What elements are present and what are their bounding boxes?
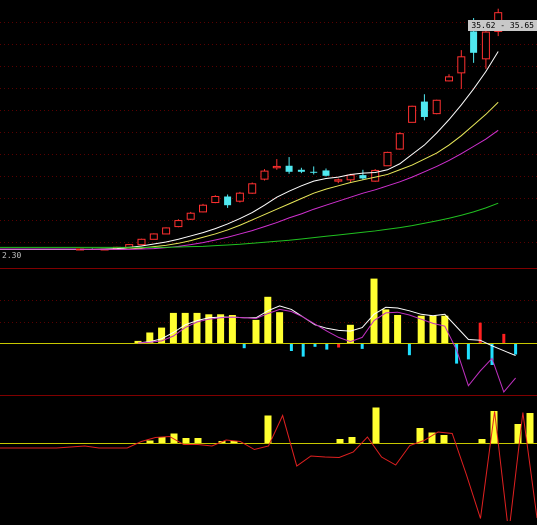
price-range-tag: 35.62 - 35.65 xyxy=(468,20,537,31)
candle-body-down xyxy=(297,169,305,172)
indicator-bar xyxy=(478,439,486,443)
price-low-label: 2.30 xyxy=(2,251,22,260)
ma-long-line xyxy=(80,129,499,250)
candle-body-up xyxy=(346,174,355,181)
indicator-bar xyxy=(276,312,284,343)
candle-body-up xyxy=(162,227,171,235)
indicator-bar xyxy=(466,344,470,360)
candle-body-up xyxy=(445,76,453,82)
indicator-bar xyxy=(146,440,154,443)
indicator-bar xyxy=(372,407,380,443)
indicator-bar xyxy=(514,344,518,355)
indicator-bar xyxy=(394,315,402,343)
candle-body-up xyxy=(383,151,392,167)
candle-body-up xyxy=(408,105,417,123)
candle-body-down xyxy=(322,170,330,176)
candle-body-up xyxy=(432,99,441,115)
candle-body-up xyxy=(248,183,257,194)
indicator-bar xyxy=(337,344,341,348)
candle-body-up xyxy=(199,204,207,213)
stock-chart-window[interactable]: 35.62 - 35.65 2.30 xyxy=(0,0,537,525)
candle-body-up xyxy=(334,179,343,182)
candle-body-up xyxy=(481,31,490,60)
indicator-bar xyxy=(360,344,364,349)
indicator-bar xyxy=(242,344,246,349)
candle-body-up xyxy=(260,170,269,180)
indicator-bar xyxy=(194,438,202,443)
indicator-bar xyxy=(193,312,201,343)
indicator-bar xyxy=(429,315,437,343)
candle-body-down xyxy=(224,196,232,206)
indicator-bar xyxy=(217,314,225,343)
candle-body-down xyxy=(310,171,318,173)
price-panel[interactable] xyxy=(0,8,503,251)
candle-body-up xyxy=(395,133,404,150)
indicator-bar xyxy=(301,344,305,357)
candle-body-down xyxy=(470,31,478,53)
ma-short-line xyxy=(80,51,499,250)
indicator-panel-2[interactable] xyxy=(0,407,537,525)
indicator-bar xyxy=(313,344,317,347)
candle-body-up xyxy=(174,220,183,228)
candle-body-down xyxy=(285,165,293,172)
indicator-bar xyxy=(264,415,272,443)
candle-body-up xyxy=(272,165,281,169)
indicator-bar xyxy=(170,433,178,443)
candle-body-down xyxy=(359,175,367,179)
candle-body-down xyxy=(420,101,428,117)
indicator-bar xyxy=(407,344,411,356)
indicator-bar xyxy=(264,296,272,343)
candle-body-up xyxy=(235,192,244,202)
indicator-bar xyxy=(441,315,449,343)
ma-mid-line xyxy=(80,101,499,250)
indicator-bar xyxy=(289,344,293,351)
indicator-bar xyxy=(325,344,329,350)
indicator-bar xyxy=(502,333,506,343)
indicator-bar xyxy=(228,315,236,343)
indicator-bar xyxy=(169,312,177,343)
indicator-bar xyxy=(348,437,356,443)
chart-canvas[interactable] xyxy=(0,0,537,525)
candle-body-up xyxy=(149,233,158,240)
indicator-bar xyxy=(370,278,378,343)
candle-body-up xyxy=(211,196,220,204)
candle-body-up xyxy=(186,212,195,220)
indicator-bar xyxy=(252,319,260,343)
indicator-panel-1[interactable] xyxy=(0,278,537,393)
candle-body-up xyxy=(137,238,146,246)
indicator-bar xyxy=(336,439,344,443)
candle-body-up xyxy=(457,56,466,74)
indicator-bar xyxy=(158,437,166,443)
indicator-bar xyxy=(182,438,190,443)
indicator-bar xyxy=(526,413,534,443)
indicator-bar xyxy=(440,435,448,443)
